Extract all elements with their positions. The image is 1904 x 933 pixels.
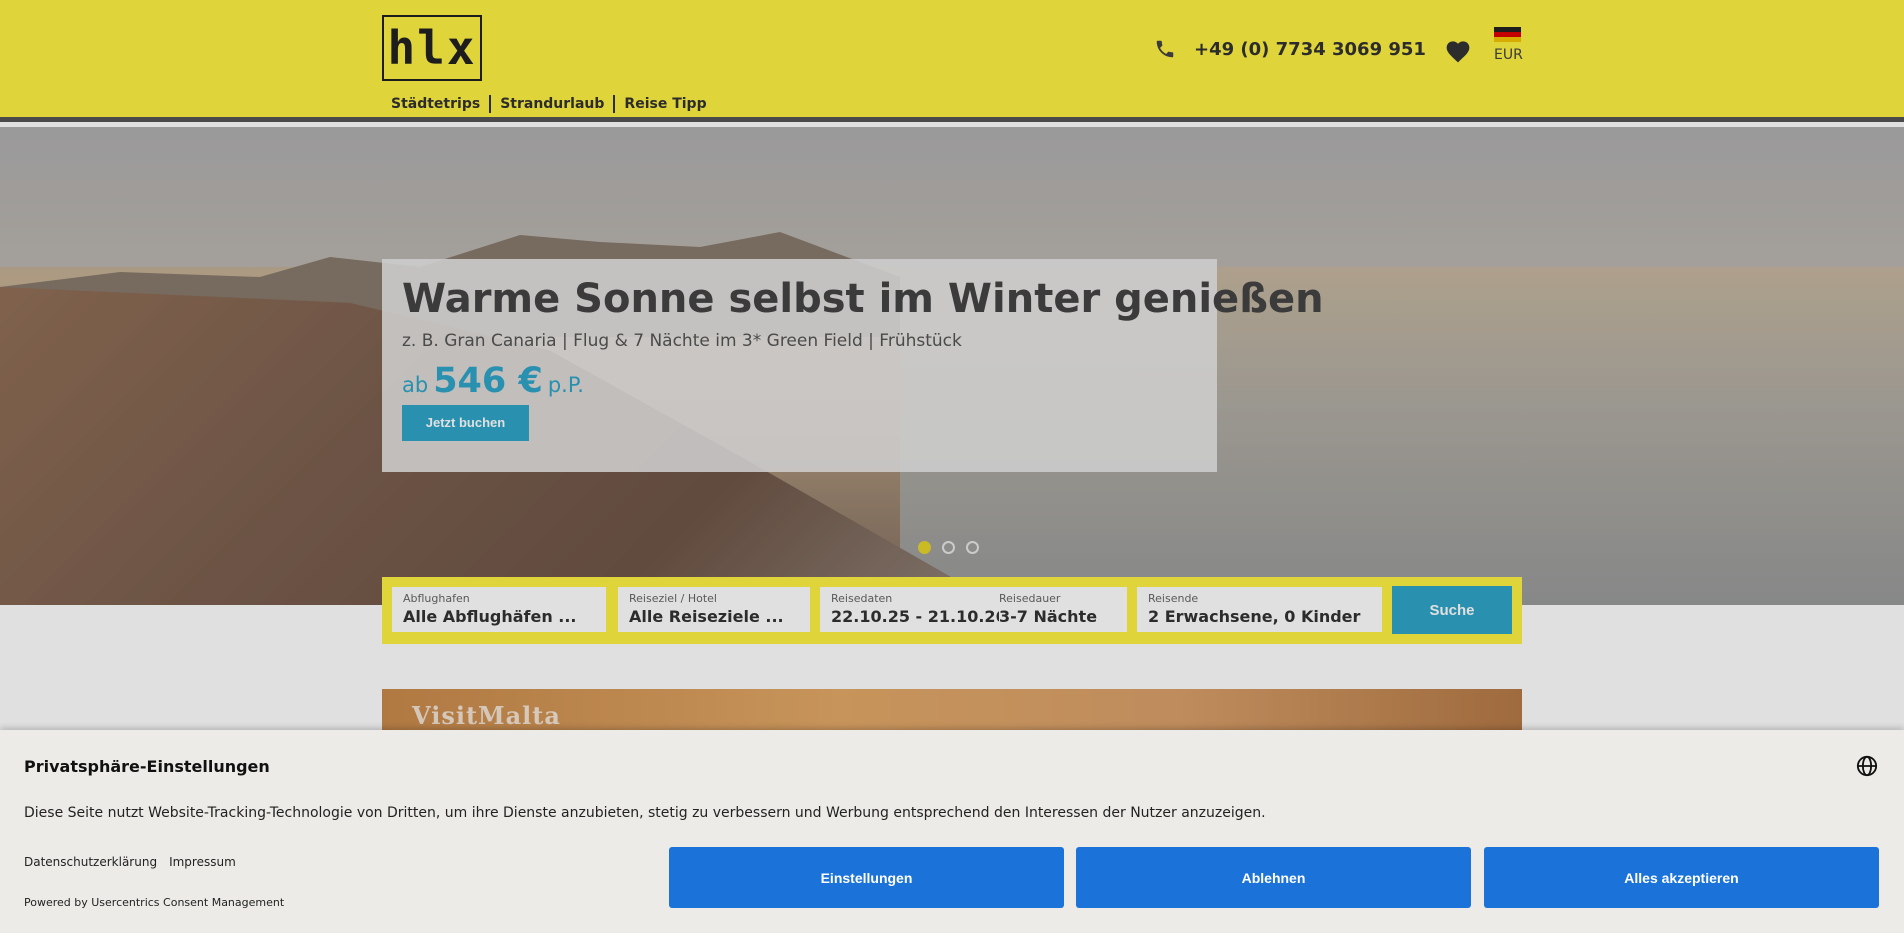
hero-subtitle: z. B. Gran Canaria | Flug & 7 Nächte im … <box>402 331 962 351</box>
heart-icon <box>1446 41 1470 63</box>
site-header: hlx Städtetrips Strandurlaub Reise Tipp … <box>0 0 1904 122</box>
destination-field[interactable]: Reiseziel / Hotel Alle Reiseziele ... <box>618 587 810 632</box>
consent-title: Privatsphäre-Einstellungen <box>24 757 270 776</box>
travellers-label: Reisende <box>1148 592 1199 605</box>
destination-label: Reiseziel / Hotel <box>629 592 717 605</box>
search-bar: Abflughafen Alle Abflughäfen ... Reisezi… <box>382 577 1522 644</box>
price-prefix: ab <box>402 373 429 397</box>
dates-value: 22.10.25 - 21.10.26, <box>831 607 999 626</box>
departure-label: Abflughafen <box>403 592 470 605</box>
visitmalta-logo: VisitMalta <box>412 701 561 730</box>
dates-label: Reisedaten <box>831 592 893 605</box>
book-now-button[interactable]: Jetzt buchen <box>402 405 529 441</box>
hlx-logo[interactable]: hlx <box>382 15 482 81</box>
slider-dot-2[interactable] <box>942 541 955 554</box>
nav-staedtetrips[interactable]: Städtetrips <box>391 96 480 112</box>
hero-title: Warme Sonne selbst im Winter genießen <box>402 276 1324 322</box>
departure-field[interactable]: Abflughafen Alle Abflughäfen ... <box>392 587 606 632</box>
german-flag-icon <box>1494 27 1521 42</box>
locale-switcher[interactable]: EUR <box>1494 27 1523 63</box>
nav-divider <box>613 95 616 113</box>
nav-divider <box>489 95 492 113</box>
duration-label: Reisedauer <box>999 592 1061 605</box>
consent-banner: Privatsphäre-Einstellungen Diese Seite n… <box>0 730 1904 933</box>
consent-links: Datenschutzerklärung Impressum <box>24 855 248 869</box>
slider-dot-1[interactable] <box>918 541 931 554</box>
travellers-value: 2 Erwachsene, 0 Kinder <box>1148 607 1361 626</box>
hero-price: ab 546 € p.P. <box>402 361 1197 401</box>
hero-card: Warme Sonne selbst im Winter genießen z.… <box>382 259 1324 472</box>
privacy-policy-link[interactable]: Datenschutzerklärung <box>24 855 157 869</box>
phone-contact[interactable]: +49 (0) 7734 3069 951 <box>1154 38 1426 60</box>
price-amount: 546 € <box>433 361 543 401</box>
nav-strandurlaub[interactable]: Strandurlaub <box>500 96 604 112</box>
nav-reise-tipp[interactable]: Reise Tipp <box>624 96 706 112</box>
consent-powered-by: Powered by Usercentrics Consent Manageme… <box>24 896 285 909</box>
hero-banner: Warme Sonne selbst im Winter genießen z.… <box>0 127 1904 605</box>
dates-field[interactable]: Reisedaten 22.10.25 - 21.10.26, Reisedau… <box>820 587 1127 632</box>
consent-decline-button[interactable]: Ablehnen <box>1076 847 1471 908</box>
consent-settings-button[interactable]: Einstellungen <box>669 847 1064 908</box>
search-button[interactable]: Suche <box>1392 586 1512 634</box>
main-nav: Städtetrips Strandurlaub Reise Tipp <box>391 95 707 113</box>
phone-icon <box>1156 40 1174 58</box>
imprint-link[interactable]: Impressum <box>169 855 236 869</box>
phone-number: +49 (0) 7734 3069 951 <box>1194 38 1426 60</box>
travellers-field[interactable]: Reisende 2 Erwachsene, 0 Kinder <box>1137 587 1382 632</box>
wishlist-button[interactable] <box>1444 38 1472 67</box>
consent-accept-all-button[interactable]: Alles akzeptieren <box>1484 847 1879 908</box>
language-globe-icon[interactable] <box>1856 755 1878 781</box>
departure-value: Alle Abflughäfen ... <box>403 607 577 626</box>
consent-text: Diese Seite nutzt Website-Tracking-Techn… <box>24 805 1266 821</box>
destination-value: Alle Reiseziele ... <box>629 607 784 626</box>
slider-dots <box>918 541 990 554</box>
duration-value: 3-7 Nächte <box>999 607 1098 626</box>
price-suffix: p.P. <box>547 373 584 397</box>
slider-dot-3[interactable] <box>966 541 979 554</box>
currency-label: EUR <box>1494 47 1523 63</box>
